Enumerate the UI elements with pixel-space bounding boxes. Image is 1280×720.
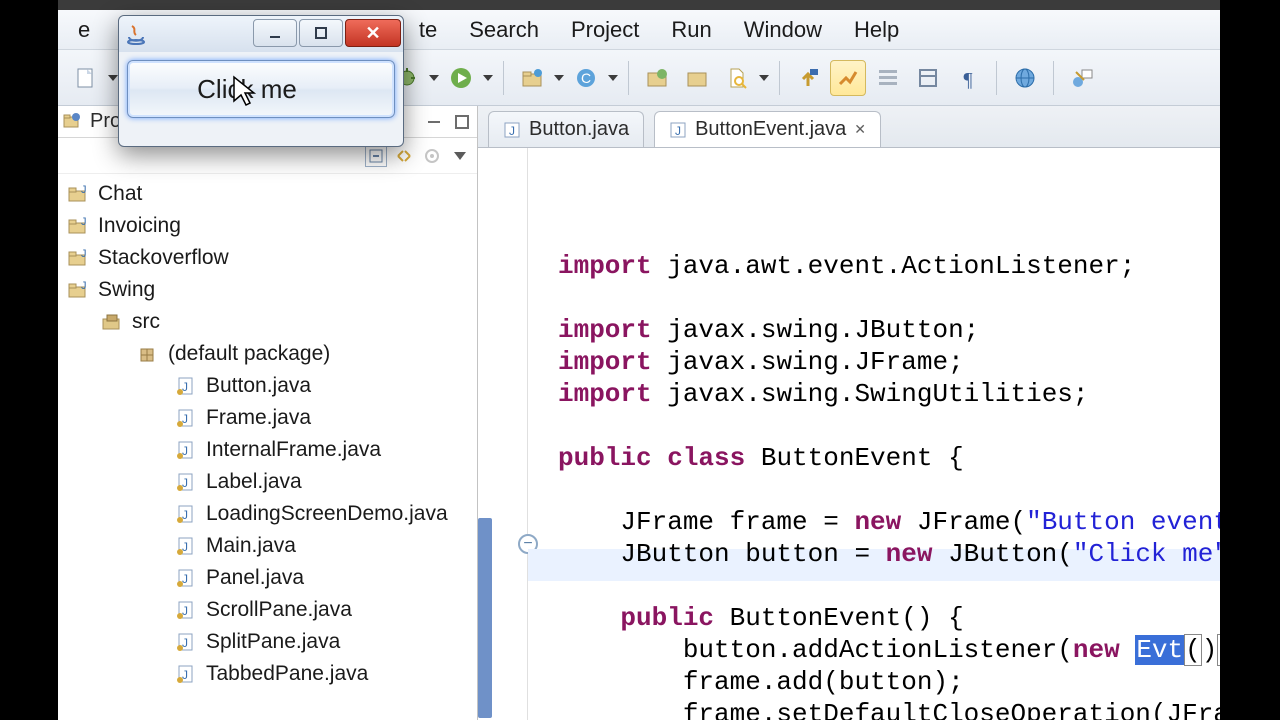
- minimize-view-icon[interactable]: [423, 111, 445, 133]
- java-file-item[interactable]: JLoadingScreenDemo.java: [66, 498, 473, 530]
- java-file-icon: J: [174, 470, 198, 494]
- editor-tab[interactable]: J Button.java: [488, 111, 644, 147]
- svg-text:C: C: [581, 70, 591, 86]
- editor-tab[interactable]: J ButtonEvent.java ✕: [654, 111, 881, 147]
- click-me-button[interactable]: Click me: [127, 60, 395, 118]
- menu-project[interactable]: Project: [571, 17, 639, 43]
- dropdown-icon[interactable]: [427, 75, 441, 81]
- dropdown-icon[interactable]: [481, 75, 495, 81]
- web-browser-button[interactable]: [1007, 60, 1043, 96]
- java-file-icon: J: [174, 406, 198, 430]
- java-file-icon: J: [174, 662, 198, 686]
- project-icon: J: [66, 246, 90, 270]
- svg-text:J: J: [509, 124, 515, 138]
- java-file-icon: J: [174, 598, 198, 622]
- svg-text:J: J: [81, 216, 87, 228]
- project-explorer: Project Expl JChat JInvoicing JStackover…: [58, 106, 478, 720]
- project-tree[interactable]: JChat JInvoicing JStackoverflow JSwing s…: [58, 174, 477, 694]
- menu-run[interactable]: Run: [671, 17, 711, 43]
- dropdown-icon[interactable]: [606, 75, 620, 81]
- focus-task-icon[interactable]: [421, 145, 443, 167]
- menu-file[interactable]: e: [78, 17, 90, 43]
- minimize-button[interactable]: [253, 19, 297, 47]
- svg-text:¶: ¶: [963, 69, 972, 90]
- java-file-item[interactable]: JScrollPane.java: [66, 594, 473, 626]
- java-file-item[interactable]: JButton.java: [66, 370, 473, 402]
- tab-label: ButtonEvent.java: [695, 118, 846, 141]
- java-file-item[interactable]: JTabbedPane.java: [66, 658, 473, 690]
- java-file-icon: J: [174, 630, 198, 654]
- project-item[interactable]: JSwing: [66, 274, 473, 306]
- java-file-item[interactable]: JSplitPane.java: [66, 626, 473, 658]
- java-file-icon: J: [174, 438, 198, 462]
- toggle-mark-button[interactable]: [830, 60, 866, 96]
- dropdown-icon[interactable]: [552, 75, 566, 81]
- close-tab-icon[interactable]: ✕: [854, 121, 866, 138]
- run-button[interactable]: [443, 60, 479, 96]
- editor-tab-bar: J Button.java J ButtonEvent.java ✕: [478, 106, 1220, 148]
- svg-text:J: J: [81, 248, 87, 260]
- java-file-item[interactable]: JLabel.java: [66, 466, 473, 498]
- project-icon: J: [66, 278, 90, 302]
- svg-text:J: J: [81, 184, 87, 196]
- search-button[interactable]: [719, 60, 755, 96]
- swing-window[interactable]: ✕ Click me: [118, 15, 404, 147]
- change-marker: [478, 518, 492, 718]
- prev-annotation-button[interactable]: [790, 60, 826, 96]
- view-menu-icon[interactable]: [449, 145, 471, 167]
- swing-titlebar[interactable]: ✕: [119, 16, 403, 52]
- svg-text:J: J: [81, 280, 87, 292]
- package-folder-icon: [100, 310, 124, 334]
- project-item[interactable]: JChat: [66, 178, 473, 210]
- java-file-icon: J: [174, 374, 198, 398]
- toggle-breadcrumb-button[interactable]: [870, 60, 906, 96]
- java-file-icon: J: [174, 502, 198, 526]
- new-class-button[interactable]: C: [568, 60, 604, 96]
- package-icon: [136, 342, 160, 366]
- tab-label: Button.java: [529, 118, 629, 141]
- menu-search[interactable]: Search: [469, 17, 539, 43]
- code-content[interactable]: import java.awt.event.ActionListener; im…: [558, 250, 1220, 720]
- java-file-item[interactable]: JFrame.java: [66, 402, 473, 434]
- java-file-icon: J: [669, 121, 687, 139]
- package-item[interactable]: (default package): [66, 338, 473, 370]
- menu-navigate[interactable]: te: [419, 17, 437, 43]
- dropdown-icon[interactable]: [757, 75, 771, 81]
- java-file-item[interactable]: JInternalFrame.java: [66, 434, 473, 466]
- open-task-button[interactable]: [679, 60, 715, 96]
- menu-help[interactable]: Help: [854, 17, 899, 43]
- new-button[interactable]: [68, 60, 104, 96]
- project-explorer-icon: [62, 111, 84, 133]
- project-item[interactable]: JStackoverflow: [66, 242, 473, 274]
- svg-text:J: J: [675, 124, 681, 138]
- java-file-item[interactable]: JMain.java: [66, 530, 473, 562]
- open-type-button[interactable]: [639, 60, 675, 96]
- new-package-button[interactable]: [514, 60, 550, 96]
- code-editor[interactable]: − import java.awt.event.ActionListener; …: [478, 148, 1220, 720]
- java-file-item[interactable]: JPanel.java: [66, 562, 473, 594]
- pin-button[interactable]: ¶: [950, 60, 986, 96]
- java-file-icon: J: [503, 121, 521, 139]
- maximize-view-icon[interactable]: [451, 111, 473, 133]
- project-icon: J: [66, 182, 90, 206]
- help-button[interactable]: [1064, 60, 1100, 96]
- close-button[interactable]: ✕: [345, 19, 401, 47]
- editor-gutter[interactable]: −: [478, 148, 528, 720]
- toggle-block-button[interactable]: [910, 60, 946, 96]
- project-icon: J: [66, 214, 90, 238]
- maximize-button[interactable]: [299, 19, 343, 47]
- link-editor-icon[interactable]: [393, 145, 415, 167]
- java-file-icon: J: [174, 534, 198, 558]
- java-app-icon: [119, 16, 153, 52]
- java-file-icon: J: [174, 566, 198, 590]
- collapse-all-icon[interactable]: [365, 145, 387, 167]
- source-folder[interactable]: src: [66, 306, 473, 338]
- menu-window[interactable]: Window: [744, 17, 822, 43]
- project-item[interactable]: JInvoicing: [66, 210, 473, 242]
